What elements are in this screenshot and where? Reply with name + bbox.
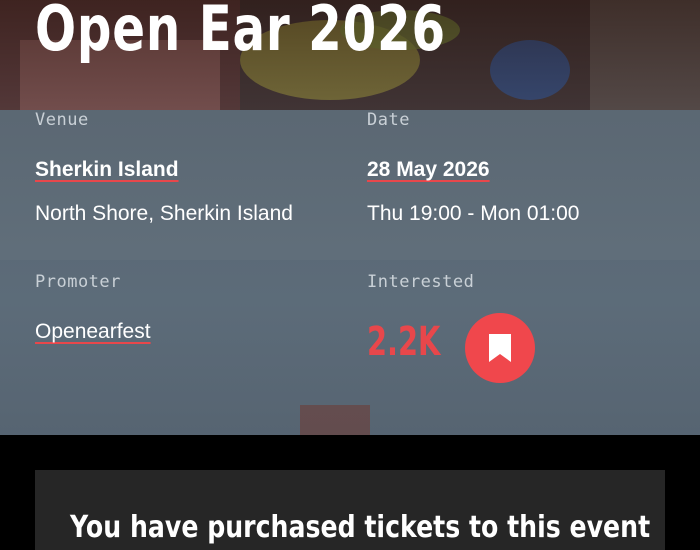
- date-link[interactable]: 28 May 2026: [367, 158, 490, 182]
- date-time-range: Thu 19:00 - Mon 01:00: [367, 202, 580, 225]
- ticket-purchased-text: You have purchased tickets to this event: [70, 510, 651, 545]
- event-hero: Open Ear 2026 Venue Sherkin Island North…: [0, 0, 700, 435]
- bookmark-icon: [489, 334, 511, 362]
- event-title: Open Ear 2026: [35, 0, 446, 65]
- bookmark-button[interactable]: [465, 313, 535, 383]
- venue-name-link[interactable]: Sherkin Island: [35, 158, 179, 182]
- venue-address: North Shore, Sherkin Island: [35, 202, 293, 225]
- interested-count: 2.2K: [367, 319, 441, 365]
- promoter-label: Promoter: [35, 272, 121, 292]
- ticket-purchased-card: You have purchased tickets to this event: [35, 470, 665, 550]
- promoter-link[interactable]: Openearfest: [35, 320, 151, 344]
- date-label: Date: [367, 110, 410, 130]
- interested-label: Interested: [367, 272, 475, 292]
- venue-label: Venue: [35, 110, 89, 130]
